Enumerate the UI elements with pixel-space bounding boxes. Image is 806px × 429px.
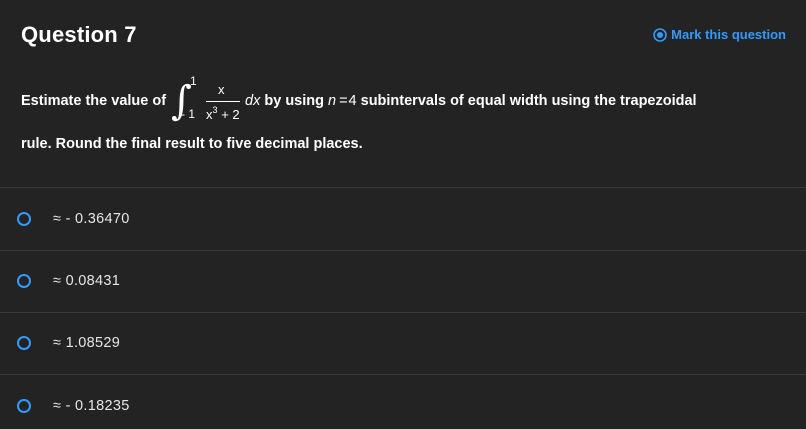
integral-upper-limit: 1 — [190, 74, 197, 88]
question-prefix: Estimate the value of — [21, 93, 167, 109]
question-line-2: rule. Round the final result to five dec… — [21, 136, 363, 152]
fraction-numerator: x — [218, 82, 225, 97]
answer-option-4[interactable]: ≈ - 0.18235 — [0, 375, 806, 429]
radio-button-icon[interactable] — [17, 212, 31, 226]
text-by-using: by using — [264, 93, 324, 109]
question-text: Estimate the value of ∫ 1 - 1 x x3 + 2 d… — [21, 74, 791, 154]
answer-option-2[interactable]: ≈ 0.08431 — [0, 250, 806, 312]
n-variable: n — [328, 93, 337, 109]
radio-marked-icon — [653, 27, 667, 42]
answer-option-label: ≈ - 0.36470 — [53, 211, 130, 227]
differential: dx — [245, 93, 261, 109]
answer-option-label: ≈ - 0.18235 — [53, 398, 130, 414]
radio-button-icon[interactable] — [17, 399, 31, 413]
radio-button-icon[interactable] — [17, 336, 31, 350]
question-line-1: Estimate the value of ∫ 1 - 1 x x3 + 2 d… — [21, 74, 791, 128]
mark-question-label: Mark this question — [671, 27, 786, 42]
question-page: Question 7 Mark this question Estimate t… — [0, 0, 806, 429]
text-after: subintervals of equal width using the tr… — [360, 93, 697, 109]
equals-sign: = — [339, 93, 348, 109]
n-value: 4 — [348, 93, 357, 109]
fraction-denominator: x3 + 2 — [206, 105, 240, 122]
mark-question-button[interactable]: Mark this question — [653, 27, 786, 42]
integral-expression: ∫ 1 - 1 x x3 + 2 — [169, 74, 243, 128]
question-header: Question 7 Mark this question — [0, 0, 806, 70]
answer-option-label: ≈ 1.08529 — [53, 335, 121, 351]
answer-option-1[interactable]: ≈ - 0.36470 — [0, 188, 806, 250]
radio-button-icon[interactable] — [17, 274, 31, 288]
integral-lower-limit: - 1 — [181, 107, 196, 121]
answer-option-3[interactable]: ≈ 1.08529 — [0, 312, 806, 374]
answer-option-label: ≈ 0.08431 — [53, 273, 121, 289]
question-title: Question 7 — [21, 22, 137, 47]
fraction-bar — [206, 101, 241, 102]
